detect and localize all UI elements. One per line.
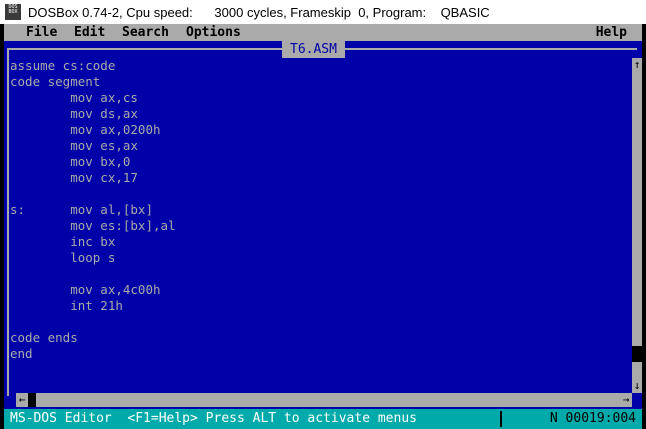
window-title-bar[interactable]: DOS BOX DOSBox 0.74-2, Cpu speed: 3000 c…: [0, 0, 646, 24]
code-line[interactable]: mov ax,cs: [10, 90, 176, 106]
code-line[interactable]: end: [10, 346, 176, 362]
horizontal-scrollbar[interactable]: ← →: [16, 393, 632, 407]
scroll-up-arrow-icon[interactable]: ↑: [632, 58, 642, 72]
status-divider: [500, 411, 502, 427]
dos-screen: File Edit Search Options Help T6.ASM ass…: [4, 24, 642, 429]
scroll-left-arrow-icon[interactable]: ←: [16, 393, 28, 407]
code-line[interactable]: mov ds,ax: [10, 106, 176, 122]
menu-file[interactable]: File: [26, 24, 57, 41]
code-line[interactable]: mov ax,4c00h: [10, 282, 176, 298]
code-line[interactable]: code ends: [10, 330, 176, 346]
status-message: MS-DOS Editor <F1=Help> Press ALT to act…: [10, 411, 417, 426]
code-line[interactable]: s: mov al,[bx]: [10, 202, 176, 218]
scroll-down-arrow-icon[interactable]: ↓: [632, 379, 642, 393]
code-line[interactable]: mov es:[bx],al: [10, 218, 175, 234]
code-line[interactable]: mov es,ax: [10, 138, 176, 154]
window-title: DOSBox 0.74-2, Cpu speed: 3000 cycles, F…: [28, 5, 490, 20]
code-line[interactable]: inc bx: [10, 234, 176, 250]
code-line[interactable]: mov ax,0200h: [10, 122, 176, 138]
code-line[interactable]: [10, 314, 176, 330]
menu-help[interactable]: Help: [596, 24, 627, 41]
code-line[interactable]: [10, 186, 176, 202]
code-line[interactable]: int 21h: [10, 298, 176, 314]
horizontal-scroll-thumb[interactable]: [28, 393, 36, 407]
dosbox-icon: DOS BOX: [5, 4, 21, 20]
cursor-position: N 00019:004: [549, 411, 636, 426]
menu-bar: File Edit Search Options Help: [4, 24, 642, 41]
code-line[interactable]: assume cs:code: [10, 58, 176, 74]
menu-search[interactable]: Search: [122, 24, 169, 41]
code-line[interactable]: loop s: [10, 250, 176, 266]
vertical-scroll-thumb[interactable]: [632, 346, 642, 362]
code-editor[interactable]: assume cs:code code segment mov ax,cs mov…: [10, 58, 176, 362]
status-bar: MS-DOS Editor <F1=Help> Press ALT to act…: [4, 409, 642, 429]
vertical-scrollbar[interactable]: ↑ ↓: [632, 58, 642, 393]
menu-edit[interactable]: Edit: [74, 24, 105, 41]
code-line[interactable]: mov bx,0: [10, 154, 176, 170]
editor-frame-left: [7, 48, 9, 396]
menu-options[interactable]: Options: [186, 24, 241, 41]
code-line[interactable]: [10, 266, 176, 282]
scroll-right-arrow-icon[interactable]: →: [620, 393, 632, 407]
file-title: T6.ASM: [282, 41, 345, 58]
code-line[interactable]: code segment: [10, 74, 176, 90]
code-line[interactable]: mov cx,17: [10, 170, 176, 186]
